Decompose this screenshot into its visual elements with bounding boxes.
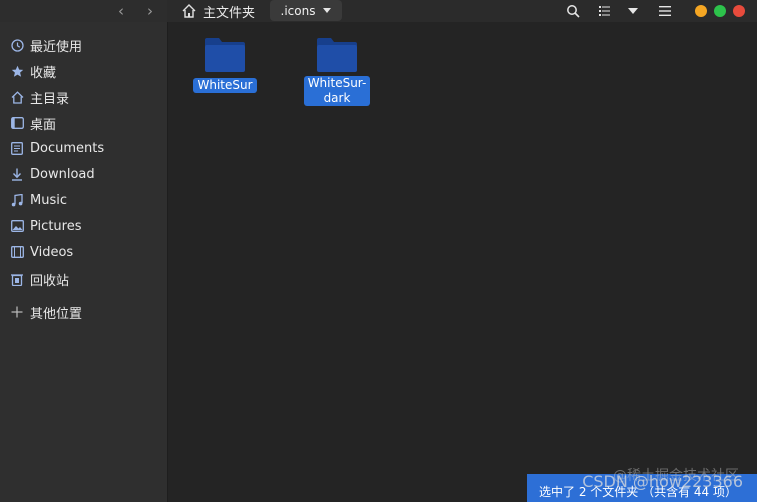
header-bar: ‹ › 主文件夹 .icons [0,0,757,22]
path-home-label: 主文件夹 [203,5,256,21]
view-options-button[interactable] [624,2,642,20]
plus-icon [10,305,24,319]
menu-button[interactable] [656,2,674,20]
download-icon [10,167,24,181]
sidebar-item-label: 收藏 [30,65,57,81]
sidebar-item-label: 回收站 [30,273,70,289]
list-view-icon [599,6,610,16]
sidebar-item-music[interactable]: Music [0,188,167,212]
minimize-button[interactable] [695,5,707,17]
sidebar-item-label: 桌面 [30,117,57,133]
sidebar-item-label: Videos [30,244,74,260]
sidebar-item-home[interactable]: 主目录 [0,85,167,109]
folder-item-whitesur[interactable]: WhiteSur [190,36,260,93]
path-current-label: .icons [280,3,316,18]
back-button[interactable]: ‹ [110,0,132,22]
desktop-icon [10,116,24,130]
picture-icon [10,219,24,233]
chevron-right-icon: › [147,1,153,20]
sidebar-item-recent[interactable]: 最近使用 [0,33,167,57]
sidebar: 最近使用 收藏 主目录 桌面 Documents Download Music … [0,22,168,502]
file-manager-window: ‹ › 主文件夹 .icons 最近使用 收藏 主目录 桌面 Documents… [0,0,757,502]
caret-down-icon [323,8,332,13]
trash-icon [10,272,24,286]
forward-button[interactable]: › [139,0,161,22]
search-icon [567,5,580,18]
sidebar-item-documents[interactable]: Documents [0,136,167,160]
music-icon [10,193,24,207]
hamburger-menu-icon [659,6,671,16]
star-icon [10,64,24,78]
folder-name: WhiteSur [193,78,257,93]
maximize-button[interactable] [714,5,726,17]
watermark-csdn: CSDN @how223366 [582,472,743,491]
folder-item-whitesur-dark[interactable]: WhiteSur-dark [302,36,372,106]
sidebar-item-label: 主目录 [30,91,70,107]
folder-icon [317,38,357,72]
chevron-left-icon: ‹ [118,1,124,20]
sidebar-item-starred[interactable]: 收藏 [0,59,167,83]
close-button[interactable] [733,5,745,17]
search-button[interactable] [564,2,582,20]
sidebar-item-other-locations[interactable]: 其他位置 [0,300,167,324]
home-icon [10,90,24,104]
sidebar-item-label: Pictures [30,218,82,234]
sidebar-item-label: Download [30,166,95,182]
document-icon [10,141,24,155]
sidebar-item-desktop[interactable]: 桌面 [0,111,167,135]
folder-name: WhiteSur-dark [303,76,371,106]
file-view: WhiteSur WhiteSur-dark [168,22,757,502]
clock-icon [10,38,24,52]
sidebar-item-label: 其他位置 [30,306,83,322]
sidebar-item-trash[interactable]: 回收站 [0,267,167,291]
folder-icon [205,38,245,72]
sidebar-item-pictures[interactable]: Pictures [0,214,167,238]
sidebar-item-videos[interactable]: Videos [0,240,167,264]
sidebar-item-download[interactable]: Download [0,162,167,186]
sidebar-item-label: Documents [30,140,105,156]
path-current-button[interactable]: .icons [270,0,342,21]
caret-down-icon [628,8,638,14]
home-icon [182,4,196,18]
view-list-button[interactable] [596,2,614,20]
video-icon [10,245,24,259]
path-home-button[interactable]: 主文件夹 [181,2,256,21]
sidebar-item-label: Music [30,192,67,208]
sidebar-item-label: 最近使用 [30,39,83,55]
